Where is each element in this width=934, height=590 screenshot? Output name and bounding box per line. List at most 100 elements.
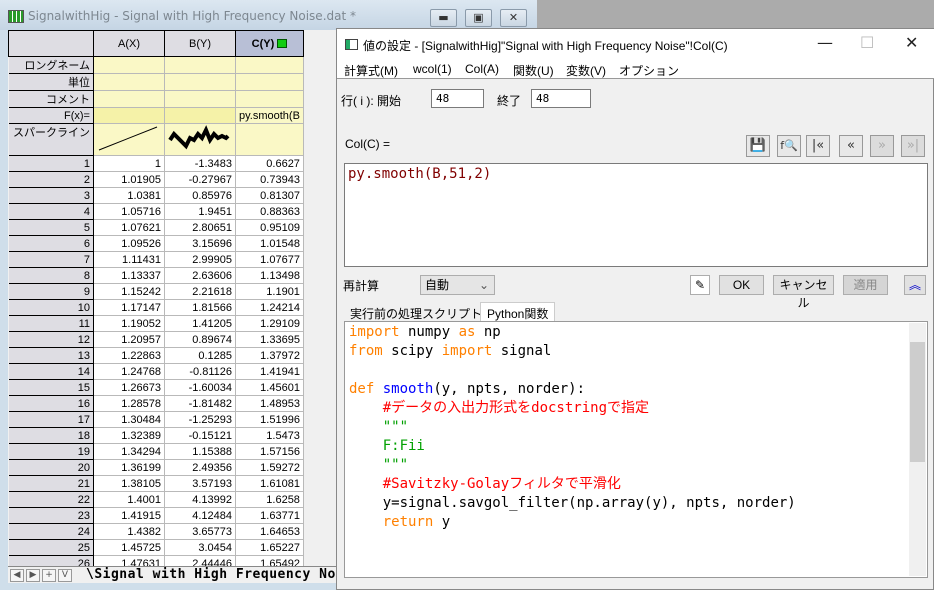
cell[interactable] <box>164 90 236 108</box>
cell[interactable] <box>235 90 304 108</box>
cell[interactable] <box>235 73 304 91</box>
edit-script-icon[interactable]: ✎ <box>690 275 710 295</box>
cell[interactable]: -1.81482 <box>164 395 236 412</box>
cell[interactable]: 1.07621 <box>93 219 165 236</box>
row-header[interactable]: 8 <box>8 267 94 284</box>
scrollbar-thumb[interactable] <box>910 342 925 462</box>
row-header[interactable]: 18 <box>8 427 94 444</box>
cell[interactable]: -1.3483 <box>164 155 236 172</box>
cell[interactable]: 1.20957 <box>93 331 165 348</box>
cell[interactable]: -1.25293 <box>164 411 236 428</box>
row-header[interactable]: 24 <box>8 523 94 540</box>
cell[interactable]: 1.9451 <box>164 203 236 220</box>
cell[interactable]: 1.05716 <box>93 203 165 220</box>
row-header[interactable]: 1 <box>8 155 94 172</box>
cell[interactable]: 1 <box>93 155 165 172</box>
add-sheet-button[interactable]: + <box>42 569 56 582</box>
cell[interactable]: 4.12484 <box>164 507 236 524</box>
menu-wcol[interactable]: wcol(1) <box>413 62 452 76</box>
cell[interactable]: 1.15242 <box>93 283 165 300</box>
menu-options[interactable]: オプション <box>619 62 679 79</box>
row-header[interactable]: 16 <box>8 395 94 412</box>
menu-col[interactable]: Col(A) <box>465 62 499 76</box>
cell[interactable]: -0.27967 <box>164 171 236 188</box>
cell[interactable]: 1.41941 <box>235 363 304 380</box>
menu-formula[interactable]: 計算式(M) <box>344 62 398 79</box>
cancel-button[interactable]: キャンセル <box>773 275 834 310</box>
cell[interactable] <box>93 107 165 124</box>
cell[interactable] <box>164 73 236 91</box>
cell[interactable] <box>235 56 304 74</box>
cell[interactable]: 1.13498 <box>235 267 304 284</box>
row-header[interactable]: 22 <box>8 491 94 508</box>
cell[interactable] <box>93 90 165 108</box>
cell[interactable]: 1.45601 <box>235 379 304 396</box>
cell[interactable]: 1.65227 <box>235 539 304 556</box>
cell[interactable]: 1.24214 <box>235 299 304 316</box>
cell[interactable]: 1.81566 <box>164 299 236 316</box>
menu-functions[interactable]: 関数(U) <box>513 62 554 79</box>
cell[interactable]: 2.44446 <box>164 555 236 566</box>
cell[interactable]: 1.15388 <box>164 443 236 460</box>
row-header[interactable]: 23 <box>8 507 94 524</box>
cell[interactable]: 1.17147 <box>93 299 165 316</box>
formula-editor[interactable]: py.smooth(B,51,2) <box>344 163 928 267</box>
cell[interactable]: 1.26673 <box>93 379 165 396</box>
cell[interactable]: 1.47631 <box>93 555 165 566</box>
cell[interactable]: 4.13992 <box>164 491 236 508</box>
cell[interactable]: 1.30484 <box>93 411 165 428</box>
row-header[interactable]: 10 <box>8 299 94 316</box>
cell[interactable]: 1.4382 <box>93 523 165 540</box>
column-header-a[interactable]: A(X) <box>93 30 165 57</box>
row-header[interactable]: 5 <box>8 219 94 236</box>
cell[interactable]: 1.5473 <box>235 427 304 444</box>
tab-before-script[interactable]: 実行前の処理スクリプト <box>344 303 489 322</box>
sparkline-c[interactable] <box>235 123 304 156</box>
cell[interactable]: 1.32389 <box>93 427 165 444</box>
cell[interactable]: 1.11431 <box>93 251 165 268</box>
cell[interactable]: 1.41205 <box>164 315 236 332</box>
cell[interactable]: 1.01905 <box>93 171 165 188</box>
worksheet-title-bar[interactable]: SignalwithHig - Signal with High Frequen… <box>0 0 537 30</box>
last-column-button[interactable]: »| <box>901 135 925 157</box>
cell[interactable]: 2.49356 <box>164 459 236 476</box>
minimize-button[interactable]: ▬ <box>430 9 457 27</box>
cell[interactable]: 1.57156 <box>235 443 304 460</box>
python-code-editor[interactable]: import numpy as np from scipy import sign… <box>344 321 928 578</box>
close-button[interactable]: ✕ <box>500 9 527 27</box>
column-header-c[interactable]: C(Y) <box>235 30 304 57</box>
row-header[interactable]: 2 <box>8 171 94 188</box>
cell[interactable]: 1.38105 <box>93 475 165 492</box>
cell[interactable]: 1.29109 <box>235 315 304 332</box>
cell[interactable]: 3.57193 <box>164 475 236 492</box>
prev-sheet-button[interactable]: ◀ <box>10 569 24 582</box>
cell[interactable]: 1.0381 <box>93 187 165 204</box>
sparkline-b[interactable] <box>164 123 236 156</box>
cell[interactable]: 0.88363 <box>235 203 304 220</box>
row-header[interactable]: 12 <box>8 331 94 348</box>
column-header-b[interactable]: B(Y) <box>164 30 236 57</box>
cell[interactable]: 0.6627 <box>235 155 304 172</box>
row-header[interactable]: 25 <box>8 539 94 556</box>
save-icon[interactable]: 💾 <box>746 135 770 157</box>
cell[interactable]: 3.15696 <box>164 235 236 252</box>
row-header[interactable]: 14 <box>8 363 94 380</box>
tab-python-functions[interactable]: Python関数 <box>480 302 556 322</box>
cell[interactable]: 1.65492 <box>235 555 304 566</box>
cell[interactable]: 1.34294 <box>93 443 165 460</box>
cell[interactable]: 1.64653 <box>235 523 304 540</box>
cell[interactable]: 1.01548 <box>235 235 304 252</box>
cell[interactable] <box>164 107 236 124</box>
row-header[interactable]: 13 <box>8 347 94 364</box>
start-row-input[interactable]: 48 <box>431 89 484 108</box>
cell[interactable]: 1.41915 <box>93 507 165 524</box>
row-header[interactable]: 15 <box>8 379 94 396</box>
cell[interactable]: 0.81307 <box>235 187 304 204</box>
collapse-icon[interactable]: ︽ <box>904 275 926 295</box>
recalculate-dropdown[interactable]: 自動 ⌄ <box>420 275 495 295</box>
row-header[interactable]: 7 <box>8 251 94 268</box>
cell[interactable]: 1.1901 <box>235 283 304 300</box>
next-sheet-button[interactable]: ▶ <box>26 569 40 582</box>
cell[interactable]: 0.89674 <box>164 331 236 348</box>
cell[interactable]: 1.37972 <box>235 347 304 364</box>
